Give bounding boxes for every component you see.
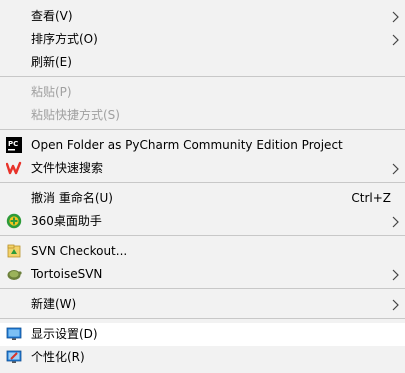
menu-item-paste-label: 粘贴(P) bbox=[31, 85, 72, 99]
chevron-right-icon bbox=[390, 268, 400, 282]
menu-item-open-in-pycharm[interactable]: PC Open Folder as PyCharm Community Edit… bbox=[0, 134, 405, 157]
menu-item-new[interactable]: 新建(W) bbox=[0, 293, 405, 316]
menu-item-svn-checkout[interactable]: SVN Checkout... bbox=[0, 240, 405, 263]
menu-item-undo-rename[interactable]: 撤消 重命名(U) Ctrl+Z bbox=[0, 187, 405, 210]
chevron-right-icon bbox=[390, 10, 400, 24]
menu-separator bbox=[0, 76, 405, 77]
svg-text:PC: PC bbox=[8, 140, 18, 148]
wps-search-icon bbox=[6, 160, 22, 176]
menu-item-view[interactable]: 查看(V) bbox=[0, 5, 405, 28]
menu-item-wps-file-search[interactable]: 文件快速搜索 bbox=[0, 157, 405, 180]
menu-item-personalize-label: 个性化(R) bbox=[31, 350, 85, 364]
menu-item-personalize[interactable]: 个性化(R) bbox=[0, 346, 405, 369]
chevron-right-icon bbox=[390, 162, 400, 176]
menu-item-paste-shortcut-label: 粘贴快捷方式(S) bbox=[31, 108, 120, 122]
undo-shortcut-hint: Ctrl+Z bbox=[351, 191, 391, 205]
menu-item-undo-rename-label: 撤消 重命名(U) bbox=[31, 191, 113, 205]
menu-item-tortoisesvn-label: TortoiseSVN bbox=[31, 267, 103, 281]
menu-item-360-desktop-assistant-label: 360桌面助手 bbox=[31, 214, 102, 228]
360-desktop-icon bbox=[6, 213, 22, 229]
desktop-context-menu: 查看(V) 排序方式(O) 刷新(E) 粘贴(P) 粘贴快捷方式(S) PC O… bbox=[0, 0, 405, 373]
menu-item-refresh[interactable]: 刷新(E) bbox=[0, 51, 405, 74]
menu-item-paste: 粘贴(P) bbox=[0, 81, 405, 104]
menu-item-display-settings-label: 显示设置(D) bbox=[31, 327, 98, 341]
menu-item-paste-shortcut: 粘贴快捷方式(S) bbox=[0, 104, 405, 127]
menu-item-display-settings[interactable]: 显示设置(D) bbox=[0, 323, 405, 346]
menu-item-360-desktop-assistant[interactable]: 360桌面助手 bbox=[0, 210, 405, 233]
menu-separator bbox=[0, 235, 405, 236]
menu-item-view-label: 查看(V) bbox=[31, 9, 73, 23]
svn-checkout-icon bbox=[6, 243, 22, 259]
chevron-right-icon bbox=[390, 215, 400, 229]
menu-item-wps-file-search-label: 文件快速搜索 bbox=[31, 161, 104, 175]
personalize-icon bbox=[6, 349, 22, 365]
pycharm-icon: PC bbox=[6, 137, 22, 153]
menu-separator bbox=[0, 318, 405, 319]
menu-item-svn-checkout-label: SVN Checkout... bbox=[31, 244, 128, 258]
menu-item-open-in-pycharm-label: Open Folder as PyCharm Community Edition… bbox=[31, 138, 343, 152]
menu-item-refresh-label: 刷新(E) bbox=[31, 55, 72, 69]
menu-separator bbox=[0, 288, 405, 289]
chevron-right-icon bbox=[390, 298, 400, 312]
display-settings-icon bbox=[6, 326, 22, 342]
tortoisesvn-icon bbox=[6, 266, 22, 282]
menu-separator bbox=[0, 182, 405, 183]
menu-item-sort-by-label: 排序方式(O) bbox=[31, 32, 98, 46]
chevron-right-icon bbox=[390, 33, 400, 47]
menu-item-tortoisesvn[interactable]: TortoiseSVN bbox=[0, 263, 405, 286]
menu-separator bbox=[0, 129, 405, 130]
menu-item-sort-by[interactable]: 排序方式(O) bbox=[0, 28, 405, 51]
menu-item-new-label: 新建(W) bbox=[31, 297, 77, 311]
